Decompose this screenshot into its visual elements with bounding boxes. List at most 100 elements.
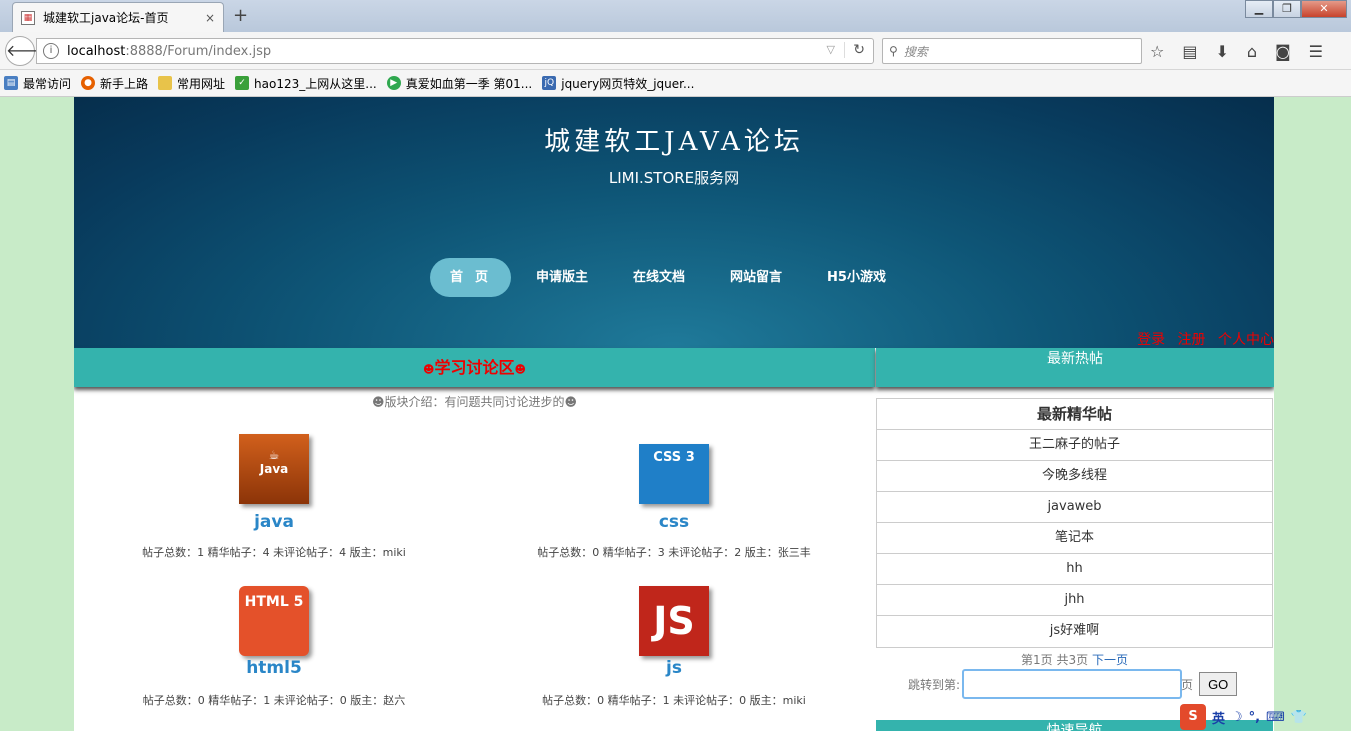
js-logo-icon[interactable]: JS <box>639 586 709 656</box>
url-path: :8888/Forum/index.jsp <box>125 43 272 59</box>
list-item[interactable]: jhh <box>877 585 1272 616</box>
browser-tab[interactable]: ▦ 城建软工java论坛-首页 × <box>12 2 224 32</box>
search-box[interactable]: ⚲ 搜索 <box>882 38 1142 64</box>
bookmark-true-blood[interactable]: ▶ 真爱如血第一季 第01... <box>386 75 533 92</box>
list-item[interactable]: 笔记本 <box>877 523 1272 554</box>
board-card-css[interactable]: CSS 3 css 帖子总数：0 精华帖子：3 未评论帖子：2 版主：张三丰 <box>474 444 874 560</box>
punctuation-icon[interactable]: °, <box>1249 710 1260 725</box>
url-host: localhost <box>67 43 126 59</box>
home-icon[interactable]: ⌂ <box>1247 42 1257 61</box>
url-dropdown-icon[interactable]: ▽ <box>827 43 835 56</box>
logo-text: CSS 3 <box>653 450 695 465</box>
reload-icon[interactable]: ↻ <box>844 42 865 58</box>
bookmark-label: 常用网址 <box>177 76 226 91</box>
java-logo-icon[interactable]: ☕ Java <box>239 434 309 504</box>
toolbar-icons: ☆ ▤ ⬇ ⌂ ◙ ☰ <box>1150 42 1323 61</box>
board-stats: 帖子总数：1 精华帖子：4 未评论帖子：4 版主：miki <box>142 546 406 559</box>
site-subtitle: LIMI.STORE服务网 <box>608 169 740 187</box>
tab-title: 城建软工java论坛-首页 <box>43 11 169 25</box>
firefox-icon: ● <box>81 76 96 90</box>
close-window-button[interactable]: ✕ <box>1301 0 1347 18</box>
navigation-toolbar: 🡐 i localhost:8888/Forum/index.jsp ▽ ↻ ⚲… <box>0 32 1351 70</box>
new-tab-button[interactable]: + <box>233 5 248 26</box>
site-info-icon[interactable]: i <box>43 43 59 59</box>
pagination: 第1页 共3页 下一页 <box>876 651 1273 668</box>
next-page-link[interactable]: 下一页 <box>1092 653 1128 667</box>
skin-icon[interactable]: 👕 <box>1291 710 1307 725</box>
jump-label: 跳转到第: <box>908 677 961 692</box>
play-icon: ▶ <box>386 76 401 90</box>
nav-guestbook[interactable]: 网站留言 <box>710 258 802 297</box>
hot-posts-panel: 最新热帖 最新精华帖 王二麻子的帖子 今晚多线程 javaweb 笔记本 hh … <box>876 348 1274 731</box>
board-stats: 帖子总数：0 精华帖子：3 未评论帖子：2 版主：张三丰 <box>537 546 811 559</box>
jump-suffix: 页 <box>1181 677 1194 692</box>
forum-page: 城建软工JAVA论坛 LIMI.STORE服务网 首页 申请版主 在线文档 网站… <box>74 97 1274 731</box>
bookmark-jquery[interactable]: jQ jquery网页特效_jquer... <box>542 75 694 92</box>
smiley-icon: ☻ <box>514 363 526 376</box>
bookmark-hao123[interactable]: ✓ hao123_上网从这里... <box>235 75 377 92</box>
browser-chrome: ▦ 城建软工java论坛-首页 × + ▁ ❐ ✕ 🡐 i localhost:… <box>0 0 1351 97</box>
search-placeholder: 搜索 <box>903 44 928 59</box>
address-bar[interactable]: i localhost:8888/Forum/index.jsp ▽ ↻ <box>36 38 874 64</box>
board-card-java[interactable]: ☕ Java java 帖子总数：1 精华帖子：4 未评论帖子：4 版主：miki <box>74 434 474 560</box>
board-name[interactable]: html5 <box>74 658 474 678</box>
nav-h5-games[interactable]: H5小游戏 <box>807 258 906 297</box>
register-link[interactable]: 注册 <box>1178 332 1206 348</box>
back-button[interactable]: 🡐 <box>5 36 49 66</box>
site-title: 城建软工JAVA论坛 <box>544 127 804 157</box>
folder-icon <box>158 76 173 90</box>
pocket-icon[interactable]: ◙ <box>1275 42 1291 61</box>
discussion-panel: ☻学习讨论区☻ ☻版块介绍：有问题共同讨论进步的☻ ☕ Java java 帖子总… <box>74 348 875 731</box>
page-info: 第1页 共3页 <box>1021 653 1089 667</box>
bookmark-label: 真爱如血第一季 第01... <box>405 76 533 91</box>
hot-posts-header: 最新热帖 <box>876 348 1274 387</box>
tab-bar: ▦ 城建软工java论坛-首页 × + ▁ ❐ ✕ <box>0 0 1351 32</box>
tab-close-icon[interactable]: × <box>205 11 215 25</box>
bookmark-most-visited[interactable]: ▤ 最常访问 <box>4 75 71 92</box>
board-name[interactable]: js <box>474 658 874 678</box>
menu-icon[interactable]: ☰ <box>1309 42 1323 61</box>
page-jump: 跳转到第: 页 GO <box>908 669 1238 699</box>
list-item[interactable]: js好难啊 <box>877 616 1272 647</box>
maximize-button[interactable]: ❐ <box>1273 0 1301 18</box>
css3-logo-icon[interactable]: CSS 3 <box>639 444 709 504</box>
list-item[interactable]: 王二麻子的帖子 <box>877 430 1272 461</box>
list-item[interactable]: hh <box>877 554 1272 585</box>
go-button[interactable]: GO <box>1199 672 1238 696</box>
board-name[interactable]: css <box>474 512 874 532</box>
bookmark-getting-started[interactable]: ● 新手上路 <box>81 75 148 92</box>
list-item[interactable]: javaweb <box>877 492 1272 523</box>
board-card-js[interactable]: JS js 帖子总数：0 精华帖子：1 未评论帖子：0 版主：miki <box>474 586 874 708</box>
sogou-icon[interactable]: S <box>1180 704 1206 730</box>
featured-posts-list: 最新精华帖 王二麻子的帖子 今晚多线程 javaweb 笔记本 hh jhh j… <box>876 398 1273 648</box>
user-links: 登录 注册 个人中心 <box>1129 329 1274 349</box>
page-number-input[interactable] <box>962 669 1183 699</box>
keyboard-icon[interactable]: ⌨ <box>1266 710 1285 725</box>
nav-online-docs[interactable]: 在线文档 <box>613 258 705 297</box>
bookmark-label: 最常访问 <box>23 76 72 91</box>
reading-list-icon[interactable]: ▤ <box>1182 42 1197 61</box>
html5-logo-icon[interactable]: HTML 5 <box>239 586 309 656</box>
login-link[interactable]: 登录 <box>1137 332 1165 348</box>
board-name[interactable]: java <box>74 512 474 532</box>
board-stats: 帖子总数：0 精华帖子：1 未评论帖子：0 版主：赵六 <box>142 694 406 707</box>
ime-mode[interactable]: 英 <box>1212 708 1225 727</box>
nav-apply-moderator[interactable]: 申请版主 <box>516 258 608 297</box>
discussion-title: 学习讨论区 <box>434 358 515 377</box>
logo-text: HTML 5 <box>244 594 304 610</box>
discussion-header: ☻学习讨论区☻ <box>74 348 875 387</box>
user-center-link[interactable]: 个人中心 <box>1218 332 1274 348</box>
board-stats: 帖子总数：0 精华帖子：1 未评论帖子：0 版主：miki <box>542 694 806 707</box>
list-item[interactable]: 今晚多线程 <box>877 461 1272 492</box>
half-width-icon[interactable]: ☽ <box>1231 710 1243 725</box>
hao123-icon: ✓ <box>235 76 250 90</box>
search-icon: ⚲ <box>889 44 898 58</box>
bookmark-star-icon[interactable]: ☆ <box>1150 42 1164 61</box>
nav-home[interactable]: 首页 <box>430 258 511 297</box>
minimize-button[interactable]: ▁ <box>1245 0 1273 18</box>
bookmark-label: jquery网页特效_jquer... <box>561 76 695 91</box>
window-controls: ▁ ❐ ✕ <box>1245 0 1347 18</box>
board-card-html5[interactable]: HTML 5 html5 帖子总数：0 精华帖子：1 未评论帖子：0 版主：赵六 <box>74 586 474 708</box>
bookmark-common-sites[interactable]: 常用网址 <box>158 75 225 92</box>
download-icon[interactable]: ⬇ <box>1215 42 1228 61</box>
